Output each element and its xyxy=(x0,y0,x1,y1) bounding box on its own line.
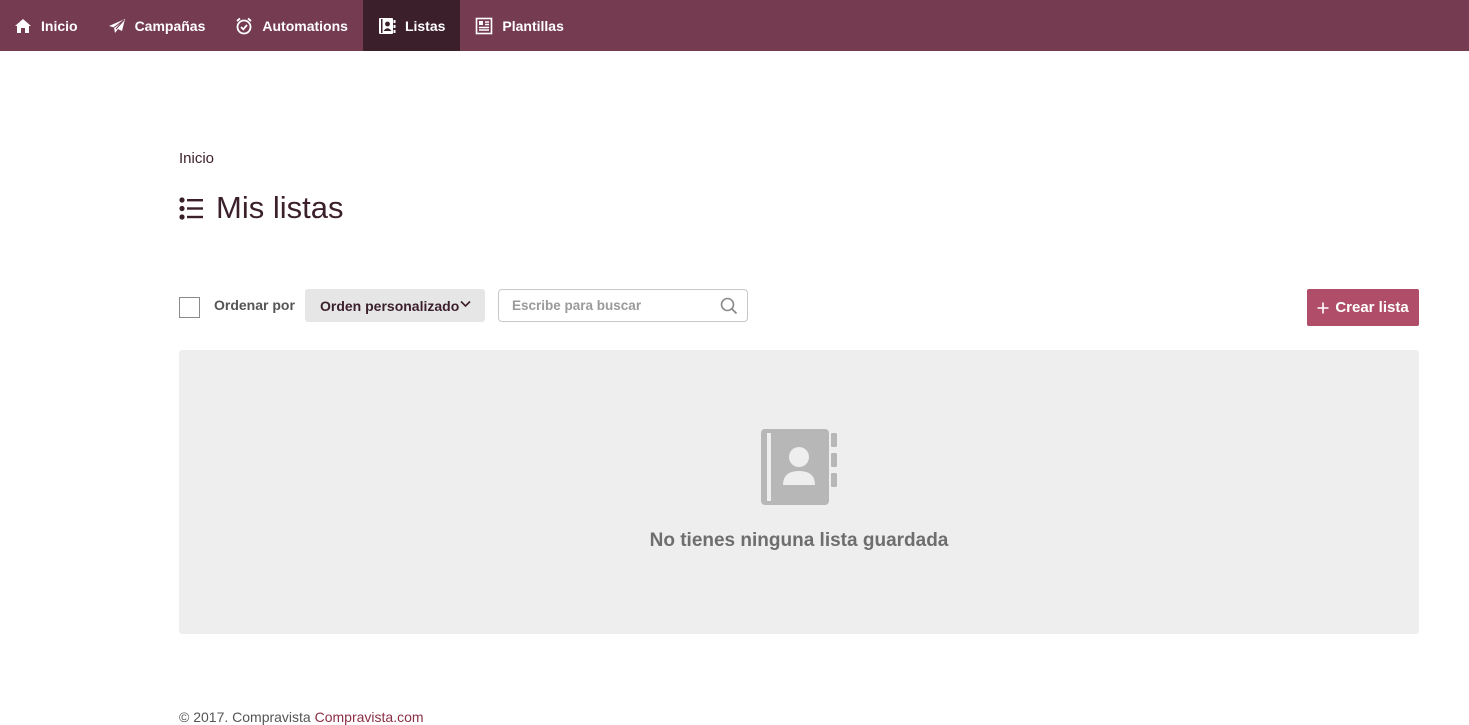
nav-item-label: Listas xyxy=(404,17,446,34)
sort-dropdown-value: Orden personalizado xyxy=(320,297,460,314)
list-toolbar: Ordenar por Orden personalizado Crear li… xyxy=(179,289,1419,326)
top-navigation: Inicio Campañas Automations Listas Plant… xyxy=(0,0,1469,51)
sort-label: Ordenar por xyxy=(214,297,295,313)
paper-plane-icon xyxy=(108,18,125,33)
address-book-icon xyxy=(378,17,396,34)
list-icon xyxy=(179,196,203,220)
nav-item-campanas[interactable]: Campañas xyxy=(93,0,221,51)
chevron-down-icon xyxy=(460,300,471,308)
search-icon[interactable] xyxy=(720,297,738,315)
create-list-label: Crear lista xyxy=(1335,299,1409,316)
page-header: Mis listas xyxy=(179,190,343,226)
select-all-checkbox[interactable] xyxy=(179,297,200,318)
nav-item-label: Automations xyxy=(262,17,348,34)
sort-dropdown[interactable]: Orden personalizado xyxy=(305,289,485,322)
empty-state-message: No tienes ninguna lista guardada xyxy=(649,530,949,551)
alarm-clock-icon xyxy=(236,17,252,34)
plus-icon xyxy=(1317,302,1329,313)
footer-link[interactable]: Compravista.com xyxy=(315,709,424,725)
footer-copyright: © 2017. Compravista xyxy=(179,709,311,725)
nav-item-label: Inicio xyxy=(41,17,78,34)
nav-item-label: Plantillas xyxy=(502,17,564,34)
home-icon xyxy=(15,18,31,33)
footer: © 2017. Compravista Compravista.com xyxy=(179,709,424,725)
page-title: Mis listas xyxy=(216,190,344,225)
search-input[interactable] xyxy=(499,290,717,320)
breadcrumb[interactable]: Inicio xyxy=(179,150,214,167)
empty-state-panel: No tienes ninguna lista guardada xyxy=(179,350,1419,634)
nav-item-plantillas[interactable]: Plantillas xyxy=(460,0,578,51)
search-box xyxy=(498,289,748,322)
create-list-button[interactable]: Crear lista xyxy=(1307,289,1419,326)
nav-item-label: Campañas xyxy=(134,17,206,34)
address-book-icon xyxy=(761,429,837,505)
nav-item-listas[interactable]: Listas xyxy=(362,0,461,51)
nav-item-automations[interactable]: Automations xyxy=(220,0,363,51)
template-icon xyxy=(476,17,493,34)
nav-item-inicio[interactable]: Inicio xyxy=(0,0,93,51)
